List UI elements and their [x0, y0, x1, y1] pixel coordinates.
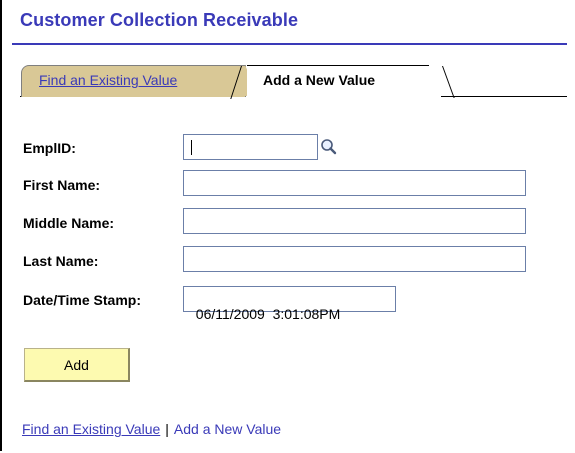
link-separator: |	[165, 421, 169, 437]
middle-name-label: Middle Name:	[23, 215, 115, 231]
datetime-value: 06/11/2009 3:01:08PM	[195, 306, 341, 322]
magnifier-icon[interactable]	[319, 137, 339, 157]
first-name-label: First Name:	[23, 177, 101, 193]
tab-add-new-value-label: Add a New Value	[263, 72, 376, 88]
middle-name-field[interactable]	[183, 208, 526, 234]
link-find-existing-value[interactable]: Find an Existing Value	[22, 421, 160, 437]
text-cursor	[191, 140, 192, 155]
bottom-links: Find an Existing Value | Add a New Value	[22, 421, 281, 437]
emplid-field[interactable]	[183, 134, 318, 160]
emplid-label: EmplID:	[23, 140, 76, 156]
first-name-field[interactable]	[183, 170, 526, 196]
add-button[interactable]: Add	[24, 348, 130, 382]
tab-find-existing-value[interactable]: Find an Existing Value	[21, 65, 259, 97]
last-name-field[interactable]	[183, 246, 526, 272]
tab-cover	[246, 96, 441, 98]
page-title: Customer Collection Receivable	[20, 10, 299, 30]
link-add-new-value[interactable]: Add a New Value	[174, 421, 281, 437]
title-divider	[12, 43, 567, 45]
tab-find-existing-value-label: Find an Existing Value	[39, 72, 178, 88]
datetime-field[interactable]: 06/11/2009 3:01:08PM	[183, 286, 396, 322]
tab-add-new-value[interactable]: Add a New Value	[230, 65, 455, 99]
last-name-label: Last Name:	[23, 253, 99, 269]
datetime-label: Date/Time Stamp:	[23, 292, 141, 308]
